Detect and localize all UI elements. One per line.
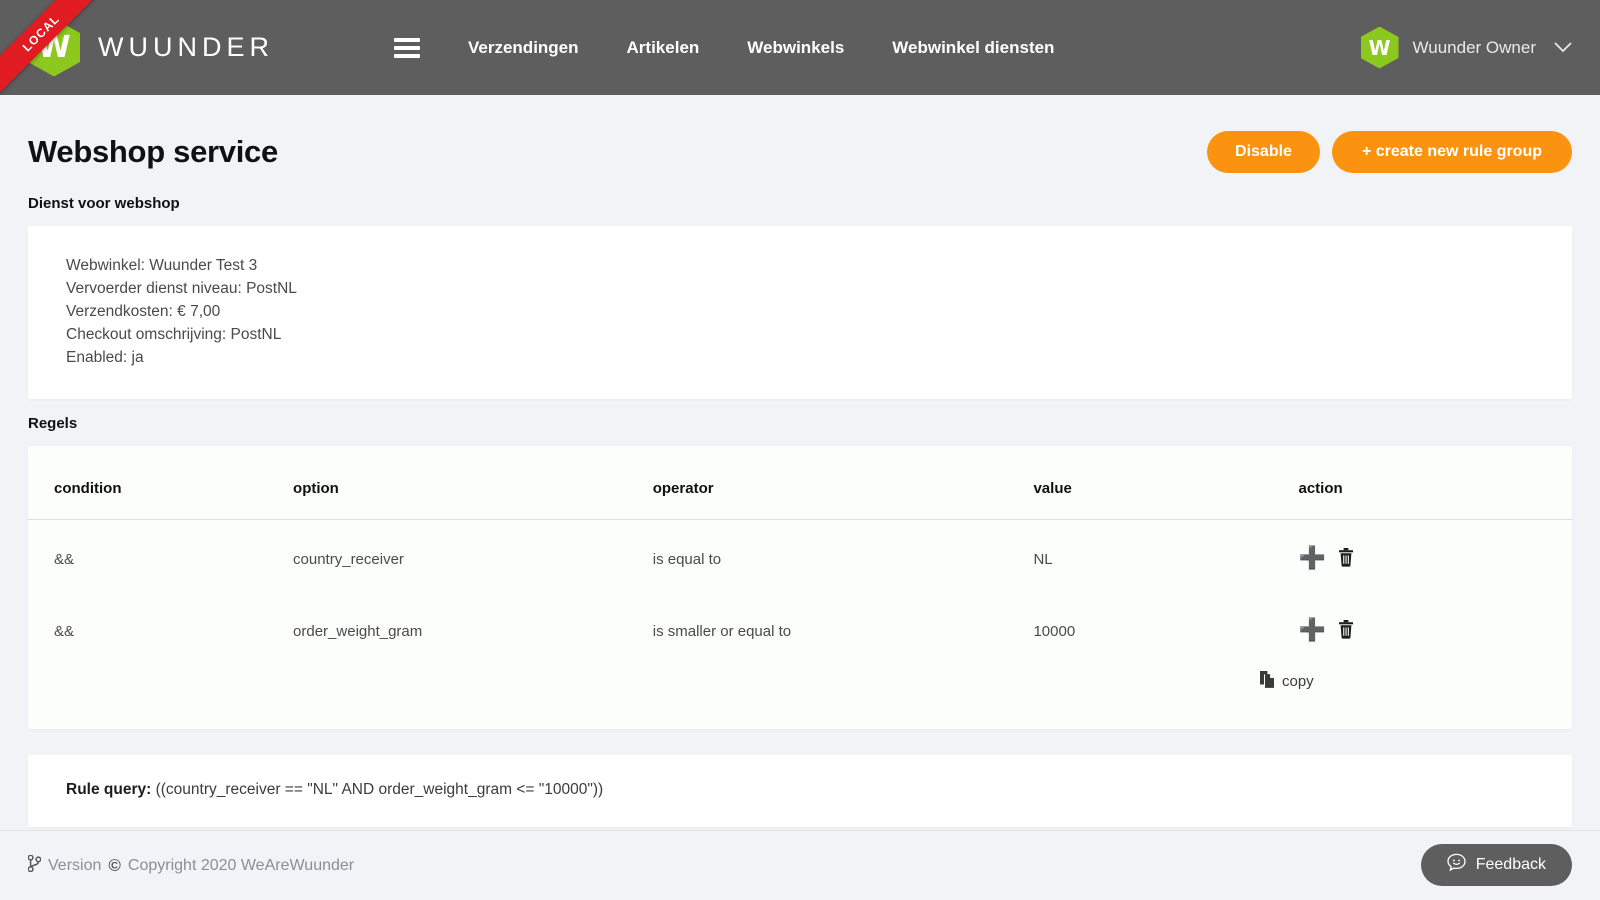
plus-icon: ➕ (1298, 546, 1326, 571)
cell-option: order_weight_gram (293, 622, 423, 640)
rules-table: condition option operator value action &… (28, 446, 1572, 664)
rule-query-card: Rule query: ((country_receiver == "NL" A… (28, 755, 1572, 827)
trash-icon (1338, 620, 1354, 642)
table-row: && order_weight_gram is smaller or equal… (28, 592, 1572, 664)
nav-item-webwinkels[interactable]: Webwinkels (747, 38, 844, 58)
delete-rule-button[interactable] (1338, 620, 1354, 642)
row-action-icons: ➕ (1299, 548, 1573, 570)
rules-table-body: && country_receiver is equal to NL ➕ && … (28, 520, 1572, 665)
page-title: Webshop service (28, 134, 278, 169)
table-row: && country_receiver is equal to NL ➕ (28, 520, 1572, 593)
cell-action: ➕ (1299, 520, 1573, 593)
disable-button[interactable]: Disable (1207, 131, 1320, 173)
column-header-value: value (1033, 446, 1299, 520)
rule-query-label: Rule query: (66, 781, 152, 798)
feedback-button[interactable]: Feedback (1420, 844, 1572, 886)
copy-rule-group-button[interactable]: copy (1260, 671, 1314, 692)
detail-verzendkosten: Verzendkosten: € 7,00 (66, 303, 221, 320)
copyright-icon: © (108, 855, 121, 875)
page-content: Webshop service Disable + create new rul… (0, 95, 1600, 830)
feedback-label: Feedback (1475, 856, 1546, 873)
code-branch-icon (27, 854, 42, 877)
nav-item-verzendingen[interactable]: Verzendingen (468, 38, 579, 58)
version-label: Version (48, 856, 102, 874)
cell-operator: is smaller or equal to (652, 622, 792, 640)
chevron-down-icon[interactable] (1554, 38, 1572, 57)
nav-item-webwinkel-diensten[interactable]: Webwinkel diensten (892, 38, 1054, 58)
page-header-actions: Disable + create new rule group (1207, 131, 1572, 173)
cell-action: ➕ (1299, 592, 1573, 664)
copyright-text: Copyright 2020 WeAreWuunder (127, 856, 355, 874)
rules-table-card: condition option operator value action &… (28, 446, 1572, 729)
nav-item-artikelen[interactable]: Artikelen (627, 38, 700, 58)
service-details-card: Webwinkel: Wuunder Test 3 Vervoerder die… (28, 226, 1572, 399)
detail-vervoerder-dienst-niveau: Vervoerder dienst niveau: PostNL (66, 280, 297, 297)
top-navigation-bar: LOCAL W WUUNDER Verzendingen Artikelen W… (0, 0, 1600, 95)
column-header-option: option (293, 446, 653, 520)
cell-value: 10000 (1033, 622, 1076, 640)
cell-option: country_receiver (293, 550, 404, 568)
detail-webwinkel: Webwinkel: Wuunder Test 3 (66, 257, 258, 274)
rule-query-value: ((country_receiver == "NL" AND order_wei… (155, 781, 604, 798)
add-rule-button[interactable]: ➕ (1299, 620, 1326, 642)
cell-operator: is equal to (652, 550, 722, 568)
create-new-rule-group-button[interactable]: + create new rule group (1331, 131, 1572, 173)
trash-icon (1338, 548, 1354, 570)
main-navigation: Verzendingen Artikelen Webwinkels Webwin… (468, 38, 1054, 58)
row-action-icons: ➕ (1299, 620, 1573, 642)
user-menu[interactable]: W Wuunder Owner (1360, 0, 1572, 95)
detail-checkout-omschrijving: Checkout omschrijving: PostNL (66, 326, 282, 343)
service-section-label: Dienst voor webshop (28, 195, 180, 212)
cell-condition: && (54, 622, 75, 640)
copy-label: copy (1282, 673, 1314, 690)
rules-table-head: condition option operator value action (28, 446, 1572, 520)
cell-value: NL (1033, 550, 1053, 568)
brand-name: WUUNDER (98, 32, 274, 62)
comment-smile-icon (1447, 853, 1466, 877)
plus-icon: ➕ (1298, 618, 1326, 643)
avatar: W (1360, 26, 1399, 69)
delete-rule-button[interactable] (1338, 548, 1354, 570)
copy-icon (1260, 671, 1275, 692)
page-footer: Version © Copyright 2020 WeAreWuunder Fe… (0, 830, 1600, 900)
rules-section-label: Regels (28, 415, 78, 432)
add-rule-button[interactable]: ➕ (1299, 548, 1326, 570)
column-header-condition: condition (28, 446, 294, 520)
page-header: Webshop service Disable + create new rul… (0, 95, 1600, 179)
footer-copyright: Version © Copyright 2020 WeAreWuunder (27, 854, 355, 877)
table-header-row: condition option operator value action (28, 446, 1572, 520)
hamburger-icon[interactable] (394, 37, 420, 58)
user-name: Wuunder Owner (1412, 37, 1536, 57)
detail-enabled: Enabled: ja (66, 349, 144, 366)
avatar-letter: W (1368, 35, 1391, 60)
column-header-action: action (1298, 446, 1572, 520)
column-header-operator: operator (652, 446, 1034, 520)
cell-condition: && (54, 550, 75, 568)
